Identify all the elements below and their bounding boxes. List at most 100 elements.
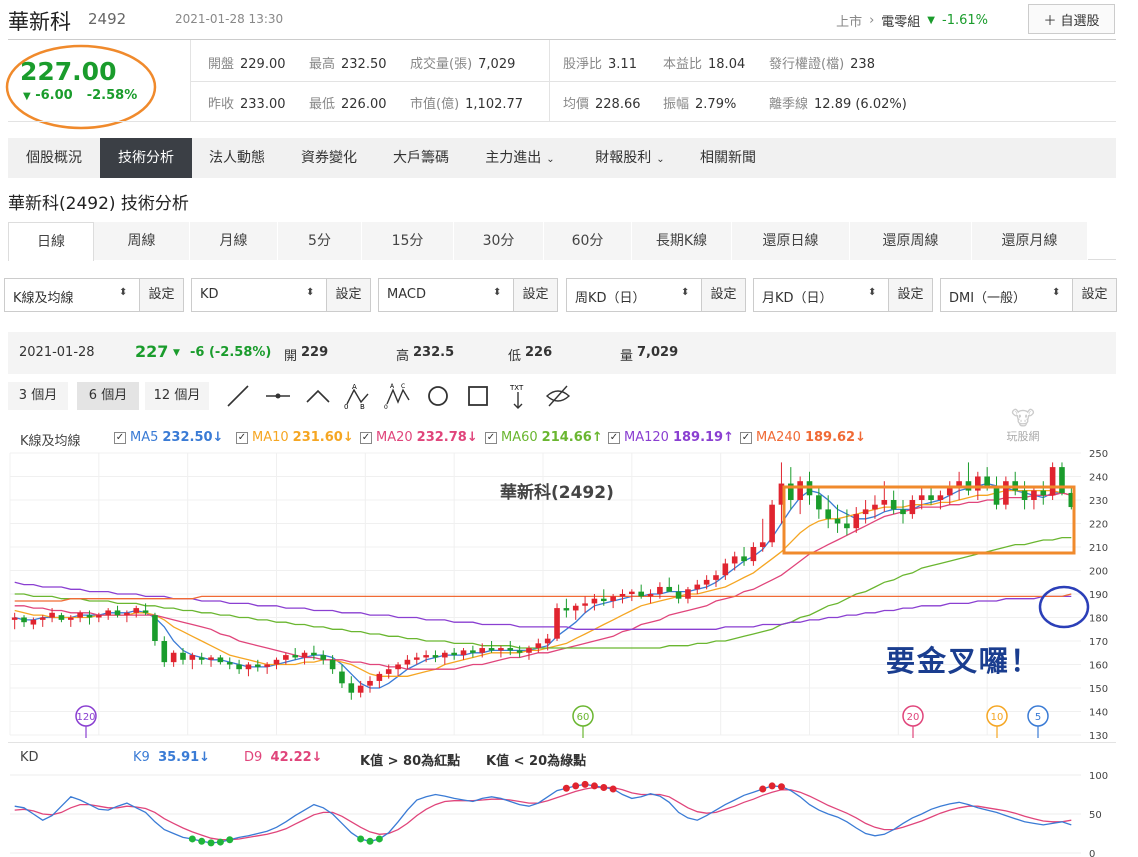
- candle-body: [170, 652, 177, 663]
- ma-legend-ma5[interactable]: ✓ MA5 232.50↓: [114, 430, 223, 445]
- tab-0[interactable]: 個股概況: [8, 138, 100, 178]
- candle-body: [395, 664, 401, 670]
- period-tab-8[interactable]: 還原日線: [732, 222, 850, 260]
- candle-body: [357, 685, 364, 693]
- candle-body: [385, 669, 392, 674]
- ma-legend-ma120[interactable]: ✓ MA120 189.19↑: [608, 430, 734, 445]
- sort-arrows-icon: ⬍: [306, 287, 315, 298]
- abcd-pattern-icon[interactable]: 0 A C: [384, 382, 412, 410]
- checkbox-icon[interactable]: ✓: [608, 431, 620, 444]
- ma-value: 231.60↓: [292, 430, 354, 445]
- candle-body: [226, 662, 233, 665]
- range-button-1[interactable]: 6 個月: [77, 382, 139, 410]
- candle-body: [423, 655, 429, 658]
- marker-label: 120: [76, 712, 95, 723]
- period-tab-5[interactable]: 30分: [454, 222, 544, 260]
- segment-icon[interactable]: [264, 382, 292, 410]
- oversold-dot: [207, 839, 215, 847]
- chevron-down-icon: ⌄: [656, 154, 665, 165]
- ma-period-marker-10[interactable]: 10: [986, 705, 1008, 738]
- settings-button[interactable]: 設定: [701, 279, 745, 311]
- ma-period-marker-5[interactable]: 5: [1027, 705, 1049, 738]
- period-tab-6[interactable]: 60分: [544, 222, 632, 260]
- settings-button[interactable]: 設定: [513, 279, 557, 311]
- ma-legend-ma60[interactable]: ✓ MA60 214.66↑: [485, 430, 603, 445]
- candle-body: [769, 504, 775, 543]
- period-tab-10[interactable]: 還原月線: [972, 222, 1088, 260]
- period-tab-3[interactable]: 5分: [278, 222, 362, 260]
- settings-button[interactable]: 設定: [139, 279, 183, 311]
- candle-body: [516, 650, 523, 653]
- hide-icon[interactable]: [544, 382, 572, 410]
- candle-body: [750, 547, 757, 562]
- candle-body: [339, 671, 345, 684]
- tab-6[interactable]: 財報股利 ⌄: [574, 138, 686, 178]
- abc-pattern-icon[interactable]: 0 A B: [344, 382, 372, 410]
- period-tab-7[interactable]: 長期K線: [632, 222, 732, 260]
- checkbox-icon[interactable]: ✓: [236, 431, 248, 444]
- checkbox-icon[interactable]: ✓: [114, 431, 126, 444]
- ma-legend-ma240[interactable]: ✓ MA240 189.62↓: [740, 430, 866, 445]
- candle-body: [283, 655, 289, 660]
- trendline-icon[interactable]: [224, 382, 252, 410]
- market-label[interactable]: 上市: [836, 11, 862, 30]
- period-tab-0[interactable]: 日線: [8, 222, 94, 261]
- ma-legend-ma10[interactable]: ✓ MA10 231.60↓: [236, 430, 354, 445]
- ma-legend-ma20[interactable]: ✓ MA20 232.78↓: [360, 430, 478, 445]
- ma-name: MA10: [252, 430, 289, 445]
- period-tab-1[interactable]: 周線: [94, 222, 190, 260]
- settings-button[interactable]: 設定: [1072, 279, 1116, 311]
- period-tab-4[interactable]: 15分: [362, 222, 454, 260]
- indicator-select-2[interactable]: MACD ⬍ 設定: [378, 278, 558, 312]
- settings-button[interactable]: 設定: [326, 279, 370, 311]
- ma-value: 189.62↓: [804, 430, 866, 445]
- range-button-2[interactable]: 12 個月: [145, 382, 209, 410]
- industry-breadcrumb: 上市 › 電零組 ▼ -1.61%: [836, 11, 988, 30]
- rectangle-icon[interactable]: [464, 382, 492, 410]
- checkbox-icon[interactable]: ✓: [485, 431, 497, 444]
- watermark-text: 玩股網: [1006, 430, 1040, 443]
- ma-value: 232.50↓: [162, 430, 224, 445]
- period-tab-9[interactable]: 還原周線: [850, 222, 972, 260]
- tab-3[interactable]: 資券變化: [282, 138, 376, 178]
- ma-period-marker-60[interactable]: 60: [572, 705, 594, 738]
- checkbox-icon[interactable]: ✓: [360, 431, 372, 444]
- candle-body: [993, 485, 1000, 505]
- stat-item: 股淨比 3.11: [563, 53, 637, 72]
- settings-button[interactable]: 設定: [888, 279, 932, 311]
- overbought-dot: [572, 782, 580, 790]
- candle-body: [1049, 467, 1056, 496]
- text-icon[interactable]: TXT: [504, 382, 532, 410]
- indicator-select-1[interactable]: KD ⬍ 設定: [191, 278, 371, 312]
- tab-1[interactable]: 技術分析: [100, 138, 192, 178]
- candle-body: [600, 598, 607, 602]
- checkbox-icon[interactable]: ✓: [740, 431, 752, 444]
- tab-label: 財報股利: [595, 150, 652, 166]
- indicator-select-0[interactable]: K線及均線 ⬍ 設定: [4, 278, 184, 312]
- info-open-label: 開: [284, 349, 298, 364]
- candle-body: [1031, 490, 1037, 500]
- candle-body: [1021, 490, 1028, 500]
- industry-label[interactable]: 電零組: [881, 11, 920, 30]
- candle-body: [694, 584, 701, 590]
- wedge-icon[interactable]: [304, 382, 332, 410]
- circle-icon[interactable]: [424, 382, 452, 410]
- add-watchlist-button[interactable]: ＋自選股: [1028, 4, 1115, 34]
- indicator-select-4[interactable]: 月KD（日） ⬍ 設定: [753, 278, 933, 312]
- stat-label: 本益比: [663, 57, 703, 72]
- stat-value: 12.89 (6.02%): [814, 97, 907, 112]
- ma-period-marker-120[interactable]: 120: [75, 705, 97, 738]
- tab-7[interactable]: 相關新聞: [686, 138, 770, 178]
- indicator-select-5[interactable]: DMI（一般） ⬍ 設定: [940, 278, 1117, 312]
- period-tab-2[interactable]: 月線: [190, 222, 278, 260]
- indicator-select-3[interactable]: 周KD（日） ⬍ 設定: [566, 278, 746, 312]
- tab-2[interactable]: 法人動態: [192, 138, 282, 178]
- select-value: 周KD（日）: [575, 291, 646, 306]
- kd-chart[interactable]: 100 50 0: [0, 768, 1138, 857]
- tab-5[interactable]: 主力進出 ⌄: [466, 138, 574, 178]
- candle-body: [142, 610, 149, 613]
- range-button-0[interactable]: 3 個月: [8, 382, 68, 410]
- oversold-dot: [357, 835, 365, 843]
- ma-period-marker-20[interactable]: 20: [902, 705, 924, 738]
- tab-4[interactable]: 大戶籌碼: [376, 138, 466, 178]
